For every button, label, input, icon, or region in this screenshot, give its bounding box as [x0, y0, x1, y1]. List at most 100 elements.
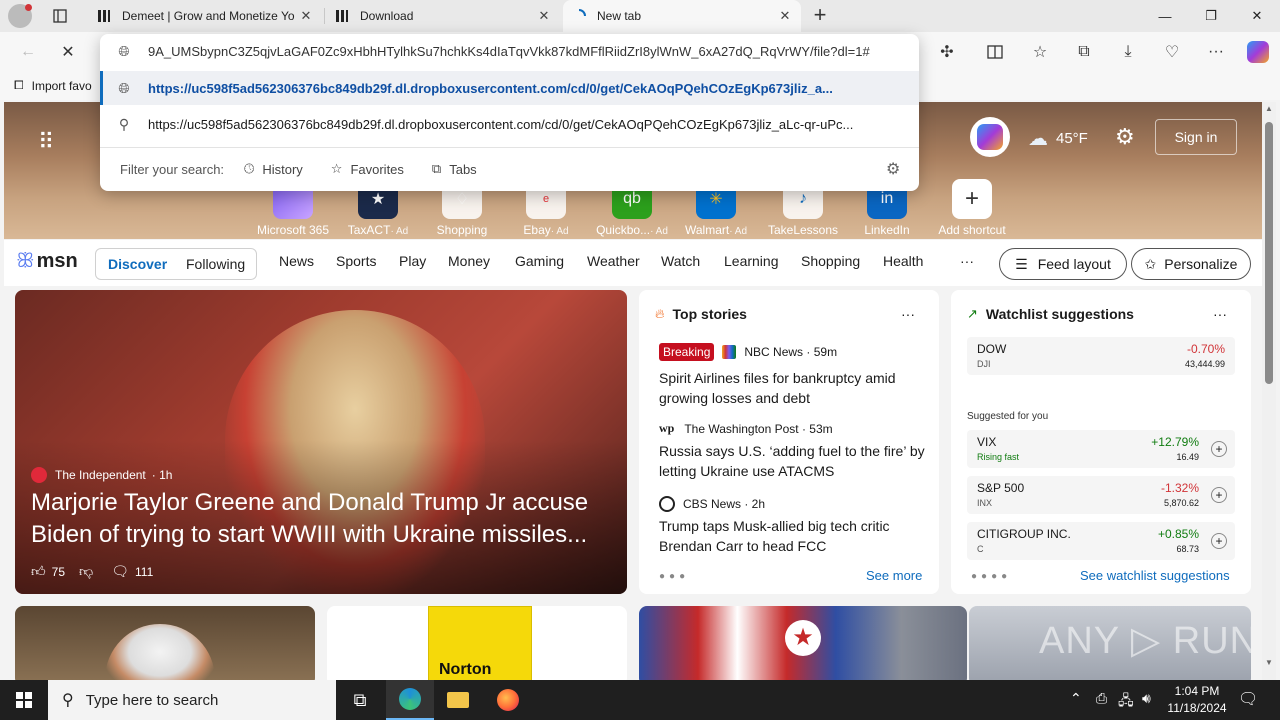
- firefox-icon[interactable]: [484, 680, 532, 720]
- split-screen-icon[interactable]: [979, 36, 1011, 68]
- edge-icon[interactable]: [386, 680, 434, 720]
- filter-history[interactable]: 🕓︎ History: [244, 161, 303, 177]
- sign-in-button[interactable]: Sign in: [1155, 119, 1237, 155]
- filter-tabs[interactable]: ⧉ Tabs: [432, 161, 477, 177]
- stock-row-sp500[interactable]: S&P 500 INX -1.32% 5,870.62 +: [967, 476, 1235, 514]
- suggested-label: Suggested for you: [967, 411, 1049, 422]
- scroll-down-arrow-icon[interactable]: ▼: [1265, 658, 1273, 667]
- nav-more-icon[interactable]: ···: [960, 253, 974, 269]
- new-tab-button[interactable]: +: [808, 4, 832, 28]
- see-more-link[interactable]: See more: [866, 568, 922, 583]
- nav-weather[interactable]: Weather: [587, 253, 640, 269]
- bottom-card-norton[interactable]: Norton: [327, 606, 627, 680]
- volume-icon[interactable]: 🔊︎: [1142, 690, 1151, 707]
- main-story-card[interactable]: The Independent · 1h Marjorie Taylor Gre…: [15, 290, 627, 594]
- tab-following[interactable]: Following: [186, 256, 245, 272]
- windows-start-icon[interactable]: [0, 680, 48, 720]
- thumbs-up-icon[interactable]: 👍︎: [31, 563, 46, 580]
- maximize-button[interactable]: ❐: [1188, 0, 1234, 32]
- story-headline[interactable]: Marjorie Taylor Greene and Donald Trump …: [31, 487, 619, 551]
- comments-count: 111: [135, 564, 154, 579]
- tab-actions-icon[interactable]: [50, 6, 70, 26]
- bottom-card-golfer[interactable]: [15, 606, 315, 680]
- profile-avatar[interactable]: [8, 4, 32, 28]
- collections-icon[interactable]: ⧉: [1068, 36, 1100, 68]
- extensions-icon[interactable]: ✣: [931, 36, 963, 68]
- suggestion-search[interactable]: ⚲ https://uc598f5ad562306376bc849db29f.d…: [100, 107, 919, 141]
- import-favorites[interactable]: ⧠ Import favo: [14, 78, 92, 93]
- bottom-card-space[interactable]: ANY ▷ RUN: [969, 606, 1251, 680]
- stock-row-citigroup[interactable]: CITIGROUP INC. C +0.85% 68.73 +: [967, 522, 1235, 560]
- top-stories-more-icon[interactable]: ···: [901, 306, 915, 322]
- story-source: CBS News · 2h: [683, 497, 766, 511]
- nav-gaming[interactable]: Gaming: [515, 253, 564, 269]
- search-settings-gear-icon[interactable]: ⚙: [886, 159, 900, 179]
- copilot-button[interactable]: [970, 117, 1010, 157]
- nav-money[interactable]: Money: [448, 253, 490, 269]
- add-to-watchlist-icon[interactable]: +: [1211, 533, 1227, 549]
- minimize-button[interactable]: —: [1142, 0, 1188, 32]
- tray-chevron-icon[interactable]: ⌃: [1070, 690, 1082, 707]
- suggestion-url[interactable]: 🌐︎ https://uc598f5ad562306376bc849db29f.…: [100, 71, 919, 105]
- apps-grid-icon[interactable]: ⠿: [38, 129, 54, 155]
- nav-news[interactable]: News: [279, 253, 314, 269]
- stock-row-dow[interactable]: DOW DJI -0.70% 43,444.99: [967, 337, 1235, 375]
- tab-discover[interactable]: Discover: [108, 256, 167, 272]
- top-story-headline[interactable]: Trump taps Musk-allied big tech critic B…: [659, 516, 925, 556]
- comment-icon[interactable]: 🗨︎: [111, 563, 129, 580]
- downloads-icon[interactable]: ⤓: [1112, 36, 1144, 68]
- nav-learning[interactable]: Learning: [724, 253, 779, 269]
- personalize-label: Personalize: [1164, 256, 1238, 272]
- stop-loading-icon[interactable]: ✕: [52, 36, 84, 68]
- performance-icon[interactable]: ♡: [1156, 36, 1188, 68]
- close-icon[interactable]: ✕: [777, 8, 793, 24]
- tab-new-tab[interactable]: New tab ✕: [563, 0, 801, 32]
- nav-play[interactable]: Play: [399, 253, 426, 269]
- personalize-button[interactable]: ✩ Personalize: [1131, 248, 1251, 280]
- pagination-dots[interactable]: ●●●●: [971, 571, 1011, 582]
- msn-logo[interactable]: ꕥ msn: [16, 250, 78, 273]
- settings-gear-icon[interactable]: ⚙: [1115, 124, 1135, 150]
- network-icon[interactable]: 🖧︎: [1118, 690, 1134, 714]
- nav-sports[interactable]: Sports: [336, 253, 376, 269]
- file-explorer-icon[interactable]: [434, 680, 482, 720]
- weather-widget[interactable]: ☁ 45°F: [1028, 126, 1088, 151]
- nav-health[interactable]: Health: [883, 253, 923, 269]
- back-icon[interactable]: ←: [12, 36, 44, 68]
- task-view-icon[interactable]: ⧉: [336, 680, 384, 720]
- star-icon: ✩: [1144, 255, 1157, 272]
- scroll-up-arrow-icon[interactable]: ▲: [1265, 104, 1273, 113]
- scrollbar-thumb[interactable]: [1265, 122, 1273, 384]
- top-story-headline[interactable]: Russia says U.S. ‘adding fuel to the fir…: [659, 441, 925, 481]
- page-scrollbar[interactable]: ▲ ▼: [1262, 102, 1276, 680]
- demeet-icon: [334, 8, 350, 24]
- nav-shopping[interactable]: Shopping: [801, 253, 860, 269]
- stock-ticker: Rising fast: [977, 452, 1020, 462]
- thumbs-down-icon[interactable]: 👎︎: [79, 563, 93, 580]
- pagination-dots[interactable]: ●●●: [659, 571, 689, 582]
- close-icon[interactable]: ✕: [298, 8, 314, 24]
- feed-layout-button[interactable]: ☰ Feed layout: [999, 248, 1127, 280]
- tab-download[interactable]: Download ✕: [326, 0, 560, 32]
- top-story-headline[interactable]: Spirit Airlines files for bankruptcy ami…: [659, 368, 925, 408]
- add-to-watchlist-icon[interactable]: +: [1211, 441, 1227, 457]
- close-icon[interactable]: ✕: [536, 8, 552, 24]
- filter-favorites[interactable]: ☆ Favorites: [331, 161, 404, 177]
- window-close-button[interactable]: ✕: [1234, 0, 1280, 32]
- add-shortcut-button[interactable]: + Add shortcut: [930, 179, 1014, 237]
- watchlist-more-icon[interactable]: ···: [1213, 306, 1227, 322]
- bottom-card-flags[interactable]: ★: [639, 606, 967, 680]
- settings-more-icon[interactable]: ···: [1200, 36, 1232, 68]
- tray-device-icon[interactable]: ⎙: [1096, 690, 1107, 707]
- taskbar-search-box[interactable]: ⚲ Type here to search: [48, 680, 336, 720]
- tab-demeet[interactable]: Demeet | Grow and Monetize Yo ✕: [88, 0, 322, 32]
- see-watchlist-link[interactable]: See watchlist suggestions: [1080, 568, 1230, 583]
- clock[interactable]: 1:04 PM 11/18/2024: [1164, 683, 1230, 717]
- nav-watch[interactable]: Watch: [661, 253, 700, 269]
- notifications-icon[interactable]: 🗨︎: [1238, 689, 1258, 709]
- copilot-icon[interactable]: [1242, 36, 1274, 68]
- address-input[interactable]: 🌐︎ 9A_UMSbypnC3Z5qjvLaGAF0Zc9xHbhHTylhkS…: [100, 34, 919, 68]
- stock-row-vix[interactable]: VIX Rising fast +12.79% 16.49 +: [967, 430, 1235, 468]
- favorites-icon[interactable]: ☆: [1024, 36, 1056, 68]
- add-to-watchlist-icon[interactable]: +: [1211, 487, 1227, 503]
